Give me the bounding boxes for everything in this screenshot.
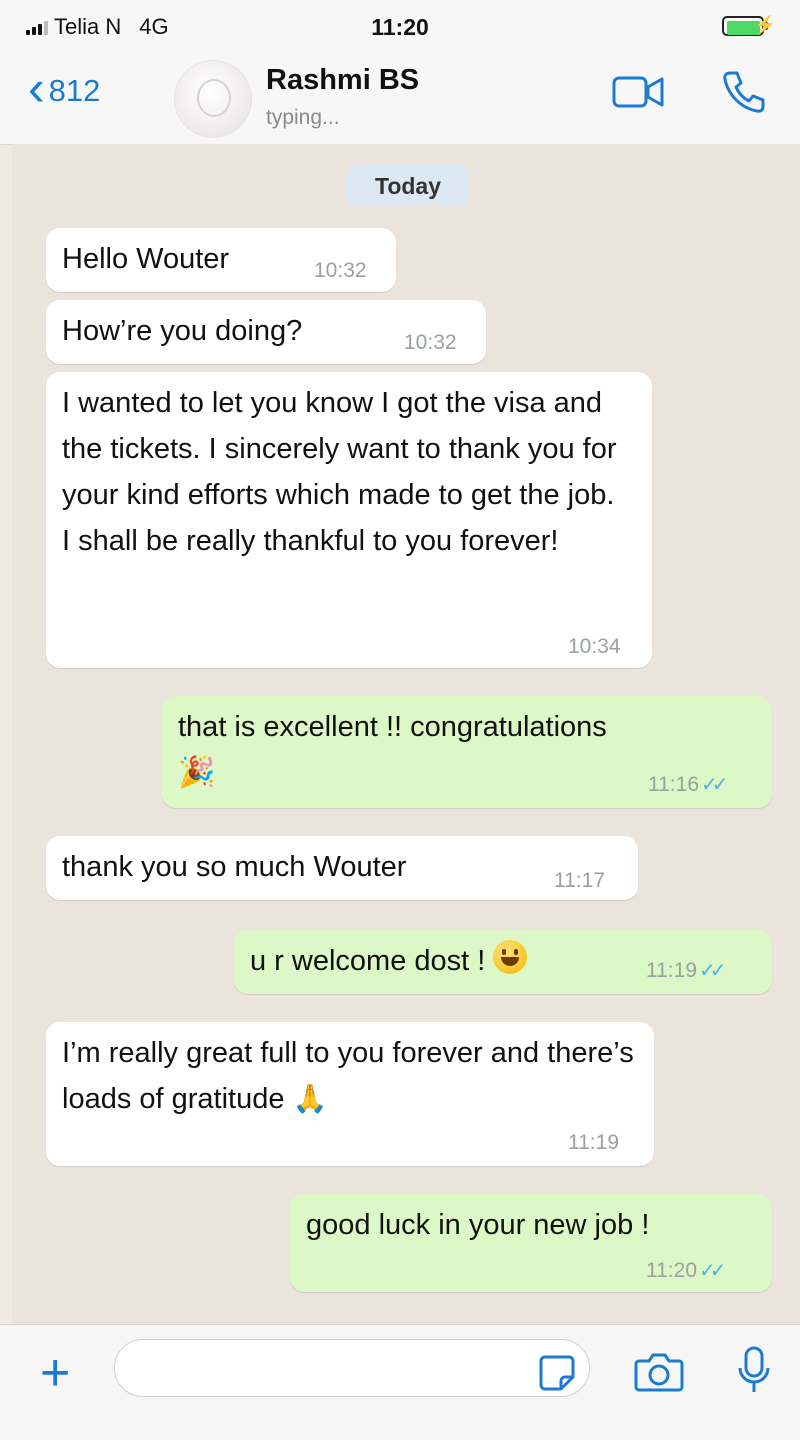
battery-icon: ⚡ [722, 15, 776, 38]
contact-name[interactable]: Rashmi BS [266, 64, 419, 97]
contact-status: typing... [266, 106, 340, 129]
read-receipt-icon: ✓✓ [699, 960, 726, 982]
message-text: that is excellent !! congratulations [178, 711, 607, 743]
message-text: I’m really great full to you forever and… [62, 1037, 634, 1115]
date-divider: Today [346, 166, 470, 206]
message-text: thank you so much Wouter [62, 851, 407, 883]
read-receipt-icon: ✓✓ [699, 1260, 726, 1282]
message-text: Hello Wouter [62, 243, 230, 275]
plus-icon[interactable]: + [40, 1343, 70, 1403]
charging-icon: ⚡ [753, 15, 776, 35]
message-bubble-incoming[interactable]: thank you so much Wouter 11:17 [46, 836, 638, 900]
message-text: u r welcome dost ! [250, 945, 486, 977]
party-popper-icon: 🎉 [178, 756, 216, 789]
contact-avatar[interactable] [174, 60, 252, 138]
message-input[interactable] [114, 1339, 590, 1397]
chevron-left-icon: ‹ [28, 60, 45, 116]
message-text: How’re you doing? [62, 315, 303, 347]
message-bubble-incoming[interactable]: Hello Wouter 10:32 [46, 228, 396, 292]
back-button[interactable]: ‹ 812 [28, 63, 101, 113]
message-bubble-outgoing[interactable]: u r welcome dost ! 11:19 ✓✓ [234, 930, 772, 994]
message-bubble-incoming[interactable]: How’re you doing? 10:32 [46, 300, 486, 364]
message-text: I wanted to let you know I got the visa … [62, 387, 617, 557]
video-call-icon[interactable] [612, 72, 666, 117]
status-bar: Telia N 4G 11:20 ⚡ [0, 0, 800, 52]
grinning-face-icon [493, 940, 528, 974]
camera-icon[interactable] [634, 1349, 684, 1398]
message-time: 10:34 [568, 635, 621, 658]
microphone-icon[interactable] [737, 1345, 771, 1402]
message-bubble-outgoing[interactable]: that is excellent !! congratulations 🎉 1… [162, 696, 772, 808]
sticker-icon[interactable] [537, 1353, 577, 1398]
message-time: 11:19 [646, 959, 697, 982]
message-bubble-outgoing[interactable]: good luck in your new job ! 11:20 ✓✓ [290, 1194, 772, 1292]
message-bubble-incoming[interactable]: I wanted to let you know I got the visa … [46, 372, 652, 668]
unread-count: 812 [48, 73, 101, 108]
read-receipt-icon: ✓✓ [701, 774, 728, 796]
phone-icon[interactable] [720, 68, 768, 121]
message-input-bar: + [0, 1324, 800, 1440]
message-time: 11:17 [554, 869, 605, 892]
message-time: 11:19 [568, 1131, 619, 1154]
message-text: good luck in your new job ! [306, 1209, 650, 1241]
message-time: 10:32 [404, 331, 457, 354]
chat-header: ‹ 812 Rashmi BS typing... [0, 52, 800, 145]
message-time: 10:32 [314, 259, 367, 282]
status-time: 11:20 [371, 14, 429, 40]
message-time: 11:20 [646, 1259, 697, 1282]
folded-hands-icon: 🙏 [292, 1083, 328, 1114]
message-bubble-incoming[interactable]: I’m really great full to you forever and… [46, 1022, 654, 1166]
message-time: 11:16 [648, 773, 699, 796]
